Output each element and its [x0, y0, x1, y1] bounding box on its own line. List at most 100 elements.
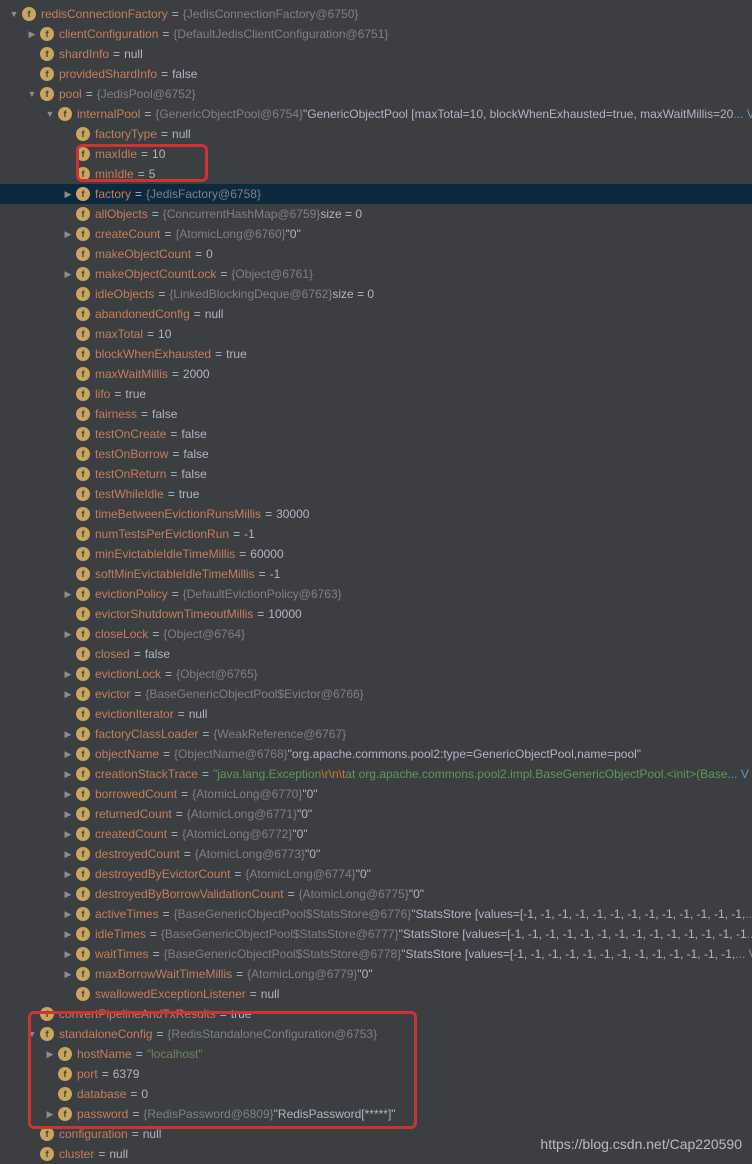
tree-row[interactable]: ▶fclientConfiguration={DefaultJedisClien… [0, 24, 752, 44]
variable-value: 0 [141, 1087, 148, 1101]
field-icon: f [76, 847, 90, 861]
expand-right-icon[interactable]: ▶ [62, 788, 74, 800]
expand-right-icon[interactable]: ▶ [62, 588, 74, 600]
tree-row[interactable]: ▶fwaitTimes={BaseGenericObjectPool$Stats… [0, 944, 752, 964]
expand-right-icon[interactable]: ▶ [44, 1048, 56, 1060]
field-icon: f [76, 147, 90, 161]
tree-row[interactable]: ▶fport=6379 [0, 1064, 752, 1084]
expand-right-icon[interactable]: ▶ [62, 668, 74, 680]
variable-name: destroyedByBorrowValidationCount [95, 887, 284, 901]
expand-right-icon[interactable]: ▶ [26, 28, 38, 40]
tree-row[interactable]: ▶fallObjects={ConcurrentHashMap@6759} si… [0, 204, 752, 224]
tree-row[interactable]: ▶fpassword={RedisPassword@6809} "RedisPa… [0, 1104, 752, 1124]
tree-row[interactable]: ▶flifo=true [0, 384, 752, 404]
expand-right-icon[interactable]: ▶ [62, 688, 74, 700]
equals-separator: = [147, 327, 154, 341]
expand-right-icon[interactable]: ▶ [62, 268, 74, 280]
tree-row[interactable]: ▶fevictionIterator=null [0, 704, 752, 724]
tree-row[interactable]: ▶fsoftMinEvictableIdleTimeMillis=-1 [0, 564, 752, 584]
expand-right-icon[interactable]: ▶ [62, 928, 74, 940]
expand-right-icon[interactable]: ▶ [62, 888, 74, 900]
tree-row[interactable]: ▶ftestOnBorrow=false [0, 444, 752, 464]
tree-row[interactable]: ▶freturnedCount={AtomicLong@6771} "0" [0, 804, 752, 824]
expand-right-icon[interactable]: ▶ [62, 748, 74, 760]
expand-right-icon[interactable]: ▶ [44, 1108, 56, 1120]
tree-row[interactable]: ▶fhostName="localhost" [0, 1044, 752, 1064]
field-icon: f [76, 607, 90, 621]
tree-row[interactable]: ▶fdestroyedByEvictorCount={AtomicLong@67… [0, 864, 752, 884]
variable-value: true [125, 387, 146, 401]
tree-row[interactable]: ▶fmaxTotal=10 [0, 324, 752, 344]
tree-row[interactable]: ▶ftestOnReturn=false [0, 464, 752, 484]
equals-separator: = [134, 687, 141, 701]
tree-row[interactable]: ▶ftestWhileIdle=true [0, 484, 752, 504]
tree-row[interactable]: ▶fevictorShutdownTimeoutMillis=10000 [0, 604, 752, 624]
tree-row[interactable]: ▶fprovidedShardInfo=false [0, 64, 752, 84]
tree-row[interactable]: ▶fcreationStackTrace="java.lang.Exceptio… [0, 764, 752, 784]
tree-row[interactable]: ▶ftimeBetweenEvictionRunsMillis=30000 [0, 504, 752, 524]
expand-right-icon[interactable]: ▶ [62, 728, 74, 740]
expand-right-icon[interactable]: ▶ [62, 808, 74, 820]
tree-row[interactable]: ▼finternalPool={GenericObjectPool@6754} … [0, 104, 752, 124]
variable-name: testOnReturn [95, 467, 166, 481]
tree-row[interactable]: ▶fcreateCount={AtomicLong@6760} "0" [0, 224, 752, 244]
expand-right-icon[interactable]: ▶ [62, 968, 74, 980]
debug-tree[interactable]: ▼fredisConnectionFactory={JedisConnectio… [0, 0, 752, 1164]
tree-row[interactable]: ▶fidleObjects={LinkedBlockingDeque@6762}… [0, 284, 752, 304]
tree-row[interactable]: ▶fdestroyedByBorrowValidationCount={Atom… [0, 884, 752, 904]
watermark-text: https://blog.csdn.net/Cap220590 [540, 1136, 742, 1152]
tree-row[interactable]: ▶ffactoryType=null [0, 124, 752, 144]
tree-row[interactable]: ▶fconvertPipelineAndTxResults=true [0, 1004, 752, 1024]
tree-row[interactable]: ▶fidleTimes={BaseGenericObjectPool$Stats… [0, 924, 752, 944]
expand-right-icon[interactable]: ▶ [62, 628, 74, 640]
tree-row[interactable]: ▼fstandaloneConfig={RedisStandaloneConfi… [0, 1024, 752, 1044]
tree-row[interactable]: ▶fborrowedCount={AtomicLong@6770} "0" [0, 784, 752, 804]
tree-row[interactable]: ▶ffactory={JedisFactory@6758} [0, 184, 752, 204]
equals-separator: = [168, 487, 175, 501]
expand-down-icon[interactable]: ▼ [26, 88, 38, 100]
tree-row[interactable]: ▶fevictionPolicy={DefaultEvictionPolicy@… [0, 584, 752, 604]
expand-down-icon[interactable]: ▼ [44, 108, 56, 120]
equals-separator: = [164, 227, 171, 241]
variable-name: maxTotal [95, 327, 143, 341]
expand-down-icon[interactable]: ▼ [8, 8, 20, 20]
tree-row[interactable]: ▶fmakeObjectCount=0 [0, 244, 752, 264]
tree-row[interactable]: ▶fabandonedConfig=null [0, 304, 752, 324]
tree-row[interactable]: ▶fmaxIdle=10 [0, 144, 752, 164]
tree-row[interactable]: ▶ffactoryClassLoader={WeakReference@6767… [0, 724, 752, 744]
tree-row[interactable]: ▼fredisConnectionFactory={JedisConnectio… [0, 4, 752, 24]
tree-row[interactable]: ▶fclosed=false [0, 644, 752, 664]
tree-row[interactable]: ▶fcreatedCount={AtomicLong@6772} "0" [0, 824, 752, 844]
tree-row[interactable]: ▶fcloseLock={Object@6764} [0, 624, 752, 644]
tree-row[interactable]: ▶ffairness=false [0, 404, 752, 424]
tree-row[interactable]: ▶fmaxWaitMillis=2000 [0, 364, 752, 384]
tree-row[interactable]: ▶fminIdle=5 [0, 164, 752, 184]
tree-row[interactable]: ▼fpool={JedisPool@6752} [0, 84, 752, 104]
tree-row[interactable]: ▶fmakeObjectCountLock={Object@6761} [0, 264, 752, 284]
expand-right-icon[interactable]: ▶ [62, 868, 74, 880]
tree-row[interactable]: ▶fevictionLock={Object@6765} [0, 664, 752, 684]
tree-row[interactable]: ▶fdatabase=0 [0, 1084, 752, 1104]
tree-row[interactable]: ▶fminEvictableIdleTimeMillis=60000 [0, 544, 752, 564]
equals-separator: = [172, 447, 179, 461]
tree-row[interactable]: ▶fnumTestsPerEvictionRun=-1 [0, 524, 752, 544]
expand-right-icon[interactable]: ▶ [62, 948, 74, 960]
tree-row[interactable]: ▶fdestroyedCount={AtomicLong@6773} "0" [0, 844, 752, 864]
expand-right-icon[interactable]: ▶ [62, 828, 74, 840]
tree-row[interactable]: ▶fmaxBorrowWaitTimeMillis={AtomicLong@67… [0, 964, 752, 984]
expand-right-icon[interactable]: ▶ [62, 228, 74, 240]
variable-value: "java.lang.Exception [213, 767, 321, 781]
expand-down-icon[interactable]: ▼ [26, 1028, 38, 1040]
expand-right-icon[interactable]: ▶ [62, 848, 74, 860]
tree-row[interactable]: ▶factiveTimes={BaseGenericObjectPool$Sta… [0, 904, 752, 924]
tree-row[interactable]: ▶fshardInfo=null [0, 44, 752, 64]
tree-row[interactable]: ▶fswallowedExceptionListener=null [0, 984, 752, 1004]
tree-row[interactable]: ▶fblockWhenExhausted=true [0, 344, 752, 364]
expand-right-icon[interactable]: ▶ [62, 908, 74, 920]
expand-right-icon[interactable]: ▶ [62, 188, 74, 200]
tree-row[interactable]: ▶fobjectName={ObjectName@6768} "org.apac… [0, 744, 752, 764]
variable-value: {AtomicLong@6774} [245, 867, 355, 881]
tree-row[interactable]: ▶fevictor={BaseGenericObjectPool$Evictor… [0, 684, 752, 704]
tree-row[interactable]: ▶ftestOnCreate=false [0, 424, 752, 444]
expand-right-icon[interactable]: ▶ [62, 768, 74, 780]
